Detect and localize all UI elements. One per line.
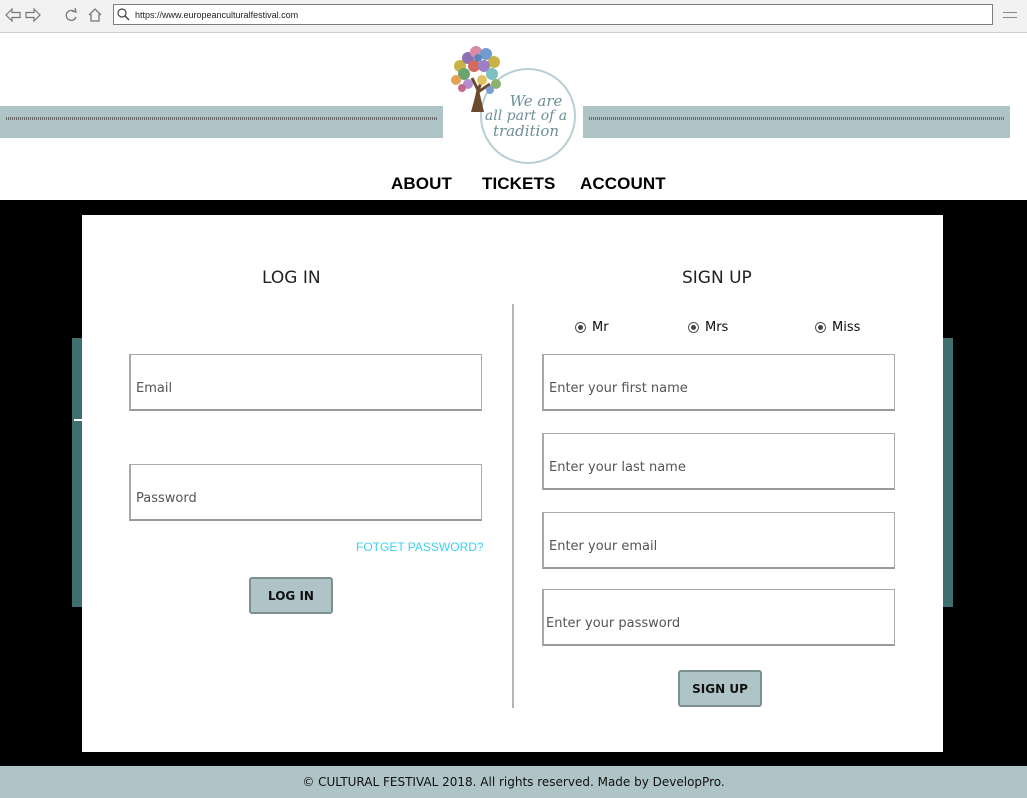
nav-account[interactable]: ACCOUNT	[580, 174, 666, 194]
decor-bar-left	[72, 338, 82, 607]
login-email-input[interactable]	[129, 354, 482, 411]
signup-email-input[interactable]	[542, 512, 895, 569]
reload-icon[interactable]	[62, 6, 80, 24]
first-name-input[interactable]	[542, 354, 895, 411]
site-logo[interactable]: We are all part of a tradition	[438, 40, 576, 170]
nav-tickets[interactable]: TICKETS	[482, 174, 555, 194]
site-footer: © CULTURAL FESTIVAL 2018. All rights res…	[0, 766, 1027, 798]
nav-about[interactable]: ABOUT	[391, 174, 452, 194]
decor-bar-right	[943, 338, 953, 607]
logo-line-1: We are	[509, 92, 563, 110]
back-icon[interactable]	[4, 6, 22, 24]
radio-mr-label: Mr	[592, 320, 609, 335]
forward-icon[interactable]	[24, 6, 42, 24]
search-icon	[114, 5, 132, 24]
logo-tagline: We are all part of a tradition	[480, 94, 572, 139]
decor-dash	[74, 419, 82, 421]
radio-mr[interactable]: Mr	[575, 320, 609, 335]
home-icon[interactable]	[86, 6, 104, 24]
footer-text: © CULTURAL FESTIVAL 2018. All rights res…	[302, 775, 725, 789]
logo-line-3: tradition	[492, 122, 560, 140]
radio-dot	[815, 322, 826, 333]
url-text: https://www.europeanculturalfestival.com	[135, 9, 299, 20]
login-title: LOG IN	[262, 268, 321, 288]
radio-mrs-label: Mrs	[705, 320, 729, 335]
radio-miss-label: Miss	[832, 320, 861, 335]
signup-password-input[interactable]	[542, 589, 895, 646]
main-nav: ABOUT TICKETS ACCOUNT	[0, 174, 1027, 198]
panel-divider	[512, 304, 514, 708]
content-background: LOG IN FOTGET PASSWORD? LOG IN SIGN UP M…	[0, 200, 1027, 766]
forgot-password-link[interactable]: FOTGET PASSWORD?	[356, 540, 484, 554]
header-band-right	[583, 106, 1010, 138]
account-panel: LOG IN FOTGET PASSWORD? LOG IN SIGN UP M…	[82, 215, 943, 752]
browser-toolbar: https://www.europeanculturalfestival.com	[0, 0, 1027, 33]
radio-dot	[575, 322, 586, 333]
menu-icon[interactable]	[1002, 7, 1018, 23]
login-password-input[interactable]	[129, 464, 482, 521]
radio-miss[interactable]: Miss	[815, 320, 860, 335]
login-button[interactable]: LOG IN	[249, 577, 333, 614]
signup-button[interactable]: SIGN UP	[678, 670, 762, 707]
radio-mrs[interactable]: Mrs	[688, 320, 728, 335]
address-bar[interactable]: https://www.europeanculturalfestival.com	[113, 4, 993, 25]
signup-title: SIGN UP	[682, 268, 752, 288]
last-name-input[interactable]	[542, 433, 895, 490]
site-header: We are all part of a tradition ABOUT TIC…	[0, 34, 1027, 200]
header-band-left	[0, 106, 443, 138]
radio-dot	[688, 322, 699, 333]
